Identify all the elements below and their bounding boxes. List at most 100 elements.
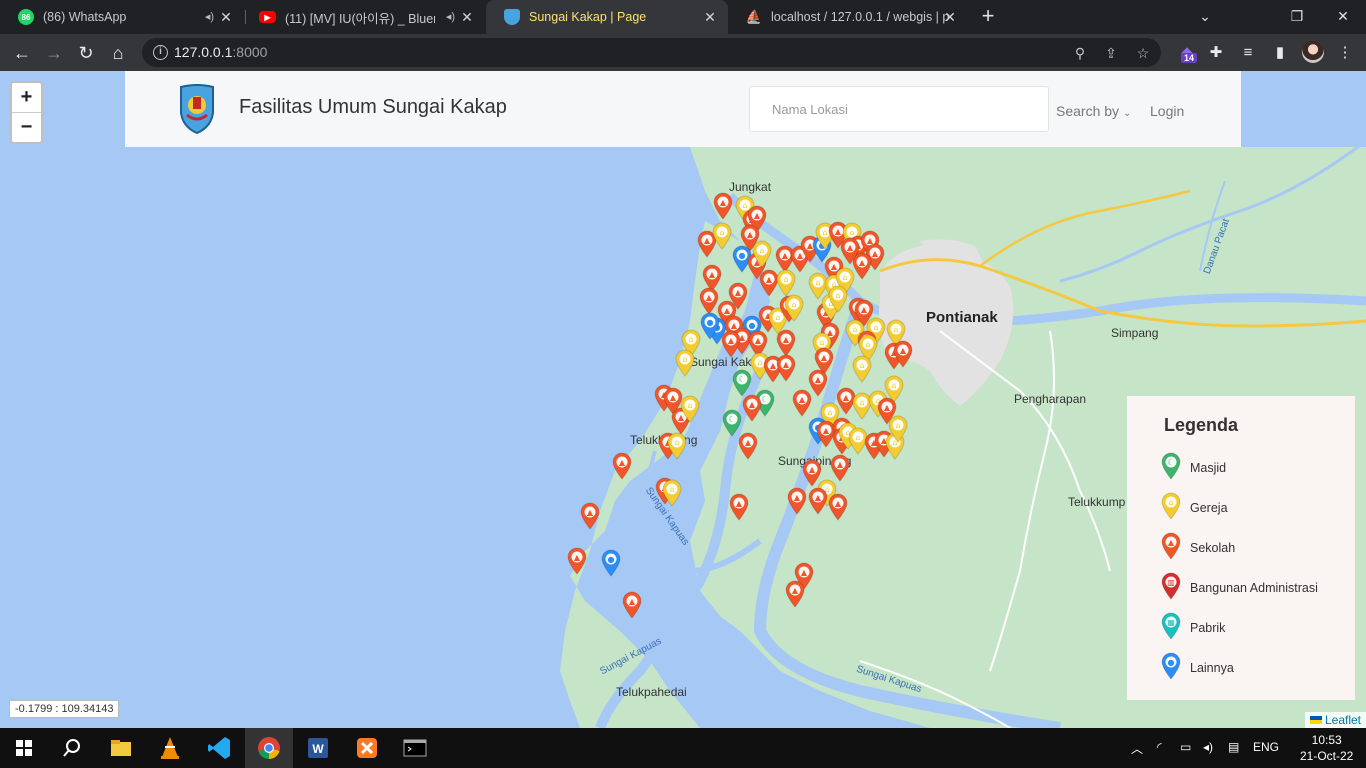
tab-whatsapp[interactable]: 86 (86) WhatsApp ◂) ✕ — [0, 0, 244, 34]
map-marker-sekolah[interactable]: ▲ — [830, 454, 850, 482]
home-button[interactable]: ⌂ — [105, 40, 131, 66]
back-button[interactable]: ← — [9, 40, 35, 66]
site-info-icon[interactable]: i — [153, 45, 168, 60]
map-marker-sekolah[interactable]: ▲ — [729, 493, 749, 521]
windows-taskbar: W ︿ ◜ ▭ ◂) ▤ ENG 10:53 21-Oct-22 — [0, 728, 1366, 768]
kabupaten-logo-icon[interactable] — [177, 83, 217, 135]
map-label-pengharapan: Pengharapan — [1014, 392, 1087, 406]
map-marker-sekolah[interactable]: ▲ — [738, 432, 758, 460]
close-tab-icon[interactable]: ✕ — [459, 9, 475, 25]
map-marker-sekolah[interactable]: ▲ — [776, 354, 796, 382]
vscode-icon[interactable] — [205, 734, 233, 762]
svg-text:⌂: ⌂ — [895, 421, 900, 430]
zoom-control: + − — [10, 81, 43, 144]
login-link[interactable]: Login — [1150, 103, 1184, 119]
map-marker-gereja[interactable]: ⌂ — [675, 349, 695, 377]
notification-message-icon[interactable]: ▤ — [1228, 740, 1239, 754]
site-header: Fasilitas Umum Sungai Kakap Search by ⌄ … — [125, 71, 1241, 147]
map-marker-sekolah[interactable]: ▲ — [808, 487, 828, 515]
leaflet-attribution[interactable]: Leaflet — [1304, 712, 1366, 728]
volume-icon[interactable]: ◂) — [1203, 740, 1213, 754]
map-marker-sekolah[interactable]: ▲ — [776, 329, 796, 357]
map-marker-gereja[interactable]: ⌂ — [852, 355, 872, 383]
tab-sungai-kakap[interactable]: Sungai Kakap | Page ✕ — [486, 0, 728, 34]
url-text[interactable]: 127.0.0.1:8000 — [174, 44, 267, 60]
map-marker-gereja[interactable]: ⌂ — [712, 222, 732, 250]
xampp-icon[interactable] — [353, 734, 381, 762]
zoom-in-button[interactable]: + — [12, 83, 41, 113]
map-marker-gereja[interactable]: ⌂ — [667, 432, 687, 460]
map-marker-sekolah[interactable]: ▲ — [612, 452, 632, 480]
audio-icon[interactable]: ◂) — [446, 10, 455, 23]
map-marker-sekolah[interactable]: ▲ — [828, 493, 848, 521]
profile-avatar[interactable] — [1302, 41, 1324, 63]
map-marker-sekolah[interactable]: ▲ — [721, 330, 741, 358]
svg-text:▲: ▲ — [619, 458, 626, 467]
svg-text:▲: ▲ — [704, 236, 711, 245]
wifi-icon[interactable]: ◜ — [1157, 740, 1162, 754]
extensions-puzzle-icon[interactable]: ✚ — [1205, 42, 1227, 64]
tab-search-button[interactable]: ⌄ — [1182, 4, 1228, 28]
map-marker-gereja[interactable]: ⌂ — [828, 285, 848, 313]
legend-item-masjid: ☾ Masjid — [1161, 452, 1227, 482]
restore-window-button[interactable]: ❐ — [1274, 4, 1320, 28]
audio-icon[interactable]: ◂) — [205, 10, 214, 23]
legend-item-label: Masjid — [1190, 461, 1227, 475]
menu-icon[interactable]: ⋮ — [1334, 42, 1356, 64]
svg-text:⌂: ⌂ — [1168, 498, 1173, 507]
forward-button[interactable]: → — [41, 40, 67, 66]
zoom-out-button[interactable]: − — [12, 113, 41, 143]
svg-text:▲: ▲ — [574, 553, 581, 562]
close-tab-icon[interactable]: ✕ — [942, 9, 958, 25]
close-window-button[interactable]: ✕ — [1320, 4, 1366, 28]
map-marker-sekolah[interactable]: ▲ — [567, 547, 587, 575]
map-marker-sekolah[interactable]: ▲ — [785, 580, 805, 608]
map-marker-lainnya[interactable]: ● — [601, 549, 621, 577]
terminal-icon[interactable] — [401, 734, 429, 762]
battery-icon[interactable]: ▭ — [1180, 740, 1191, 754]
new-tab-button[interactable]: + — [977, 5, 999, 28]
language-indicator[interactable]: ENG — [1253, 740, 1279, 754]
map-marker-gereja[interactable]: ⌂ — [680, 395, 700, 423]
share-icon[interactable]: ⇪ — [1102, 44, 1120, 62]
show-hidden-icons-icon[interactable]: ︿ — [1131, 740, 1143, 757]
word-icon[interactable]: W — [304, 734, 332, 762]
vlc-icon[interactable] — [156, 734, 184, 762]
location-icon[interactable]: ⚲ — [1071, 44, 1089, 62]
map-marker-gereja[interactable]: ⌂ — [888, 415, 908, 443]
tab-youtube[interactable]: ▶ (11) [MV] IU(아이유) _ Bluem ◂) ✕ — [241, 0, 485, 34]
map-marker-sekolah[interactable]: ▲ — [699, 287, 719, 315]
svg-text:▲: ▲ — [745, 438, 752, 447]
file-explorer-icon[interactable] — [107, 734, 135, 762]
media-control-icon[interactable]: ≡ — [1237, 42, 1259, 64]
reload-button[interactable]: ↻ — [73, 40, 99, 66]
attribution-link[interactable]: Leaflet — [1325, 713, 1361, 727]
extension-badge: 14 — [1181, 53, 1198, 63]
search-icon[interactable] — [58, 734, 86, 762]
svg-text:▲: ▲ — [724, 306, 731, 315]
map-marker-gereja[interactable]: ⌂ — [784, 294, 804, 322]
map-marker-sekolah[interactable]: ▲ — [792, 389, 812, 417]
map-marker-sekolah[interactable]: ▲ — [713, 192, 733, 220]
tab-phpmyadmin[interactable]: ⛵ localhost / 127.0.0.1 / webgis | ph ✕ — [728, 0, 968, 34]
side-panel-icon[interactable]: ▮ — [1269, 42, 1291, 64]
search-by-dropdown[interactable]: Search by ⌄ — [1056, 103, 1131, 119]
map-marker-sekolah[interactable]: ▲ — [742, 394, 762, 422]
close-tab-icon[interactable]: ✕ — [218, 9, 234, 25]
bookmark-star-icon[interactable]: ☆ — [1134, 44, 1152, 62]
clock[interactable]: 10:53 21-Oct-22 — [1300, 732, 1353, 764]
map-marker-sekolah[interactable]: ▲ — [580, 502, 600, 530]
map-marker-masjid[interactable]: ☾ — [732, 369, 752, 397]
address-bar[interactable]: i 127.0.0.1:8000 ⚲ ⇪ ☆ — [142, 38, 1161, 67]
map-marker-gereja[interactable]: ⌂ — [752, 240, 772, 268]
map-marker-gereja[interactable]: ⌂ — [776, 269, 796, 297]
close-tab-icon[interactable]: ✕ — [702, 9, 718, 25]
chrome-icon[interactable] — [255, 734, 283, 762]
map-marker-lainnya[interactable]: ● — [700, 312, 720, 340]
map-marker-sekolah[interactable]: ▲ — [893, 340, 913, 368]
location-search-input[interactable] — [749, 86, 1049, 132]
map-marker-sekolah[interactable]: ▲ — [622, 591, 642, 619]
map-marker-sekolah[interactable]: ▲ — [787, 487, 807, 515]
windows-start-icon[interactable] — [10, 734, 38, 762]
map-marker-gereja[interactable]: ⌂ — [662, 479, 682, 507]
